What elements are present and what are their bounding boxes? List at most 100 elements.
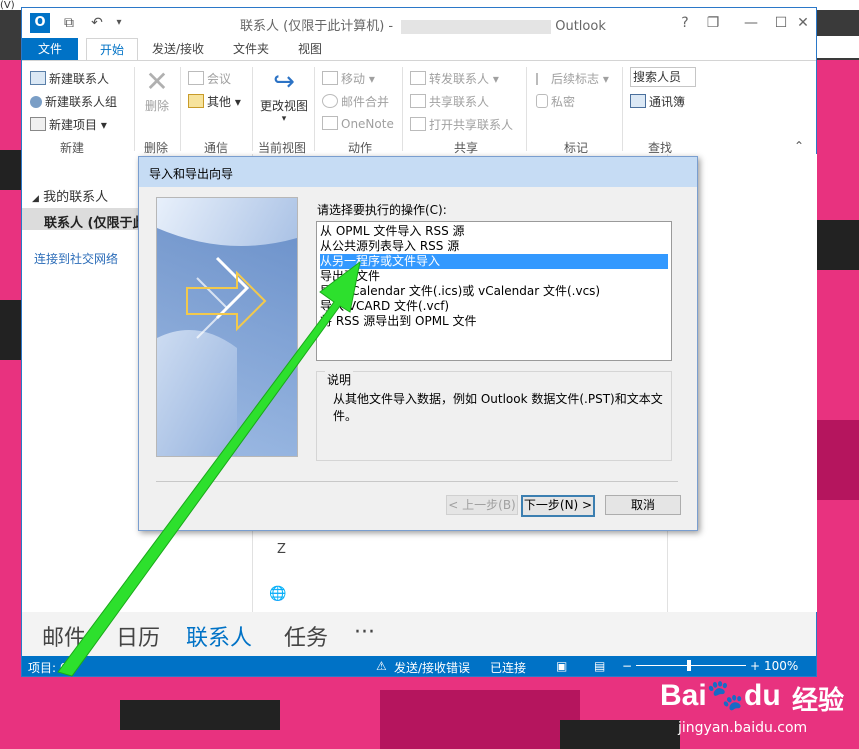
- action-prompt: 请选择要执行的操作(C):: [317, 203, 447, 217]
- status-connected: 已连接: [490, 661, 527, 675]
- collapse-triangle-icon: ◢: [32, 194, 39, 204]
- reading-view-icon[interactable]: ▤: [594, 659, 605, 673]
- change-view-arrow-icon: ↪: [273, 67, 295, 97]
- tab-folder[interactable]: 文件夹: [224, 38, 278, 60]
- new-items-icon: [30, 117, 46, 131]
- nav-contacts[interactable]: 联系人: [186, 620, 252, 652]
- calendar-icon: [188, 71, 204, 85]
- qat-dropdown-icon[interactable]: ▾: [110, 14, 128, 32]
- outlook-app-icon[interactable]: O: [30, 13, 50, 33]
- contact-group-icon: [30, 96, 42, 108]
- undo-icon[interactable]: ↶: [88, 14, 106, 32]
- tab-send-receive[interactable]: 发送/接收: [144, 38, 212, 60]
- help-button[interactable]: ?: [674, 14, 696, 32]
- wizard-illustration: [156, 197, 298, 457]
- tab-file[interactable]: 文件: [22, 38, 78, 60]
- description-group: 说明 从其他文件导入数据，例如 Outlook 数据文件(.PST)和文本文件。: [316, 371, 672, 461]
- index-letter-z[interactable]: Z: [277, 542, 286, 557]
- ribbon-separator: [314, 67, 315, 151]
- new-items-button[interactable]: 新建项目 ▾: [30, 116, 107, 133]
- ribbon-separator: [402, 67, 403, 151]
- forward-icon: [410, 71, 426, 85]
- meeting-button[interactable]: 会议: [188, 70, 231, 87]
- zoom-level[interactable]: 100%: [764, 659, 798, 673]
- tab-home[interactable]: 开始: [86, 38, 138, 61]
- nav-calendar[interactable]: 日历: [116, 620, 160, 652]
- outside-toolbar: [816, 36, 859, 58]
- delete-x-icon: ✕: [145, 65, 169, 98]
- navigation-bar: 邮件 日历 联系人 任务 ···: [22, 612, 816, 656]
- action-option[interactable]: 导入 iCalendar 文件(.ics)或 vCalendar 文件(.vcs…: [320, 284, 668, 299]
- watermark-url: jingyan.baidu.com: [678, 720, 808, 736]
- action-listbox[interactable]: 从 OPML 文件导入 RSS 源从公共源列表导入 RSS 源从另一程序或文件导…: [316, 221, 672, 361]
- action-option[interactable]: 导入 VCARD 文件(.vcf): [320, 299, 668, 314]
- lock-icon: [536, 94, 548, 108]
- search-people-input[interactable]: 搜索人员: [630, 67, 696, 87]
- ribbon-separator: [252, 67, 253, 151]
- share-icon: [410, 94, 426, 108]
- ribbon-tabs: 文件 开始 发送/接收 文件夹 视图: [22, 38, 816, 61]
- status-bar: 项目: 0 ⚠ 发送/接收错误 已连接 ▣ ▤ − + 100%: [22, 656, 816, 676]
- minimize-button[interactable]: —: [740, 14, 762, 32]
- follow-up-button[interactable]: 后续标志 ▾: [536, 70, 609, 87]
- mail-merge-button[interactable]: 邮件合并: [322, 93, 389, 110]
- my-contacts-header[interactable]: ◢ 我的联系人: [32, 186, 108, 205]
- action-option[interactable]: 导出到文件: [320, 269, 668, 284]
- dialog-divider: [156, 481, 678, 482]
- address-book-button[interactable]: 通讯簿: [630, 93, 685, 110]
- action-option[interactable]: 从公共源列表导入 RSS 源: [320, 239, 668, 254]
- window-title: 联系人 (仅限于此计算机) - Outlook: [240, 19, 606, 34]
- cancel-button[interactable]: 取消: [605, 495, 681, 515]
- nav-tasks[interactable]: 任务: [284, 620, 328, 652]
- zoom-slider[interactable]: [636, 665, 746, 666]
- dialog-title: 导入和导出向导: [149, 167, 234, 181]
- move-icon: [322, 71, 338, 85]
- action-option[interactable]: 从 OPML 文件导入 RSS 源: [320, 224, 668, 239]
- connect-social-link[interactable]: 连接到社交网络: [34, 250, 118, 267]
- delete-button[interactable]: ✕ 删除: [142, 67, 172, 114]
- more-button[interactable]: 其他 ▾: [188, 93, 241, 110]
- onenote-button[interactable]: OneNote: [322, 116, 394, 131]
- open-shared-contacts-button[interactable]: 打开共享联系人: [410, 116, 513, 133]
- address-book-icon: [630, 94, 646, 108]
- import-export-wizard-dialog: 导入和导出向导 请选择要执行的操作(C): 从 OPML 文件导入 RSS 源从…: [138, 156, 698, 531]
- collapse-ribbon-icon[interactable]: ⌃: [794, 139, 804, 153]
- move-button[interactable]: 移动 ▾: [322, 70, 375, 87]
- action-option[interactable]: 将 RSS 源导出到 OPML 文件: [320, 314, 668, 329]
- ribbon-separator: [622, 67, 623, 151]
- nav-mail[interactable]: 邮件: [42, 620, 86, 652]
- send-receive-all-icon[interactable]: ⧉: [60, 14, 78, 32]
- status-items-count: 项目: 0: [28, 661, 68, 675]
- new-contact-group-button[interactable]: 新建联系人组: [30, 93, 117, 110]
- ribbon-separator: [526, 67, 527, 151]
- onenote-icon: [322, 116, 338, 130]
- status-send-receive-error[interactable]: 发送/接收错误: [394, 659, 470, 676]
- next-button[interactable]: 下一步(N) >: [521, 495, 595, 517]
- back-button[interactable]: < 上一步(B): [446, 495, 518, 515]
- ribbon-display-options-icon[interactable]: ❐: [702, 14, 724, 32]
- action-option[interactable]: 从另一程序或文件导入: [320, 254, 668, 269]
- ribbon-separator: [134, 67, 135, 151]
- private-button[interactable]: 私密: [536, 93, 575, 110]
- dialog-title-bar: 导入和导出向导: [139, 157, 697, 187]
- tab-view[interactable]: 视图: [288, 38, 332, 60]
- ribbon-separator: [180, 67, 181, 151]
- forward-contact-button[interactable]: 转发联系人 ▾: [410, 70, 499, 87]
- ribbon: 新建联系人 新建联系人组 新建项目 ▾ 新建 ✕ 删除 删除 会议 其他 ▾ 通…: [22, 60, 816, 156]
- new-contact-button[interactable]: 新建联系人: [30, 70, 109, 87]
- maximize-icon[interactable]: ☐: [770, 14, 792, 32]
- zoom-in-icon[interactable]: +: [750, 659, 760, 673]
- normal-view-icon[interactable]: ▣: [556, 659, 567, 673]
- contact-card-icon[interactable]: 🌐: [269, 586, 286, 602]
- description-text: 从其他文件导入数据，例如 Outlook 数据文件(.PST)和文本文件。: [333, 392, 663, 423]
- more-icon: [188, 94, 204, 108]
- share-contacts-button[interactable]: 共享联系人: [410, 93, 489, 110]
- nav-more[interactable]: ···: [354, 620, 375, 645]
- zoom-out-icon[interactable]: −: [622, 659, 632, 673]
- change-view-button[interactable]: ↪ 更改视图 ▾: [258, 67, 310, 124]
- watermark-brand: Bai🐾du: [660, 679, 781, 712]
- zoom-slider-thumb[interactable]: [687, 660, 691, 671]
- description-title: 说明: [325, 371, 354, 388]
- close-button[interactable]: ✕: [792, 14, 814, 32]
- menu-fragment: (V): [0, 0, 15, 11]
